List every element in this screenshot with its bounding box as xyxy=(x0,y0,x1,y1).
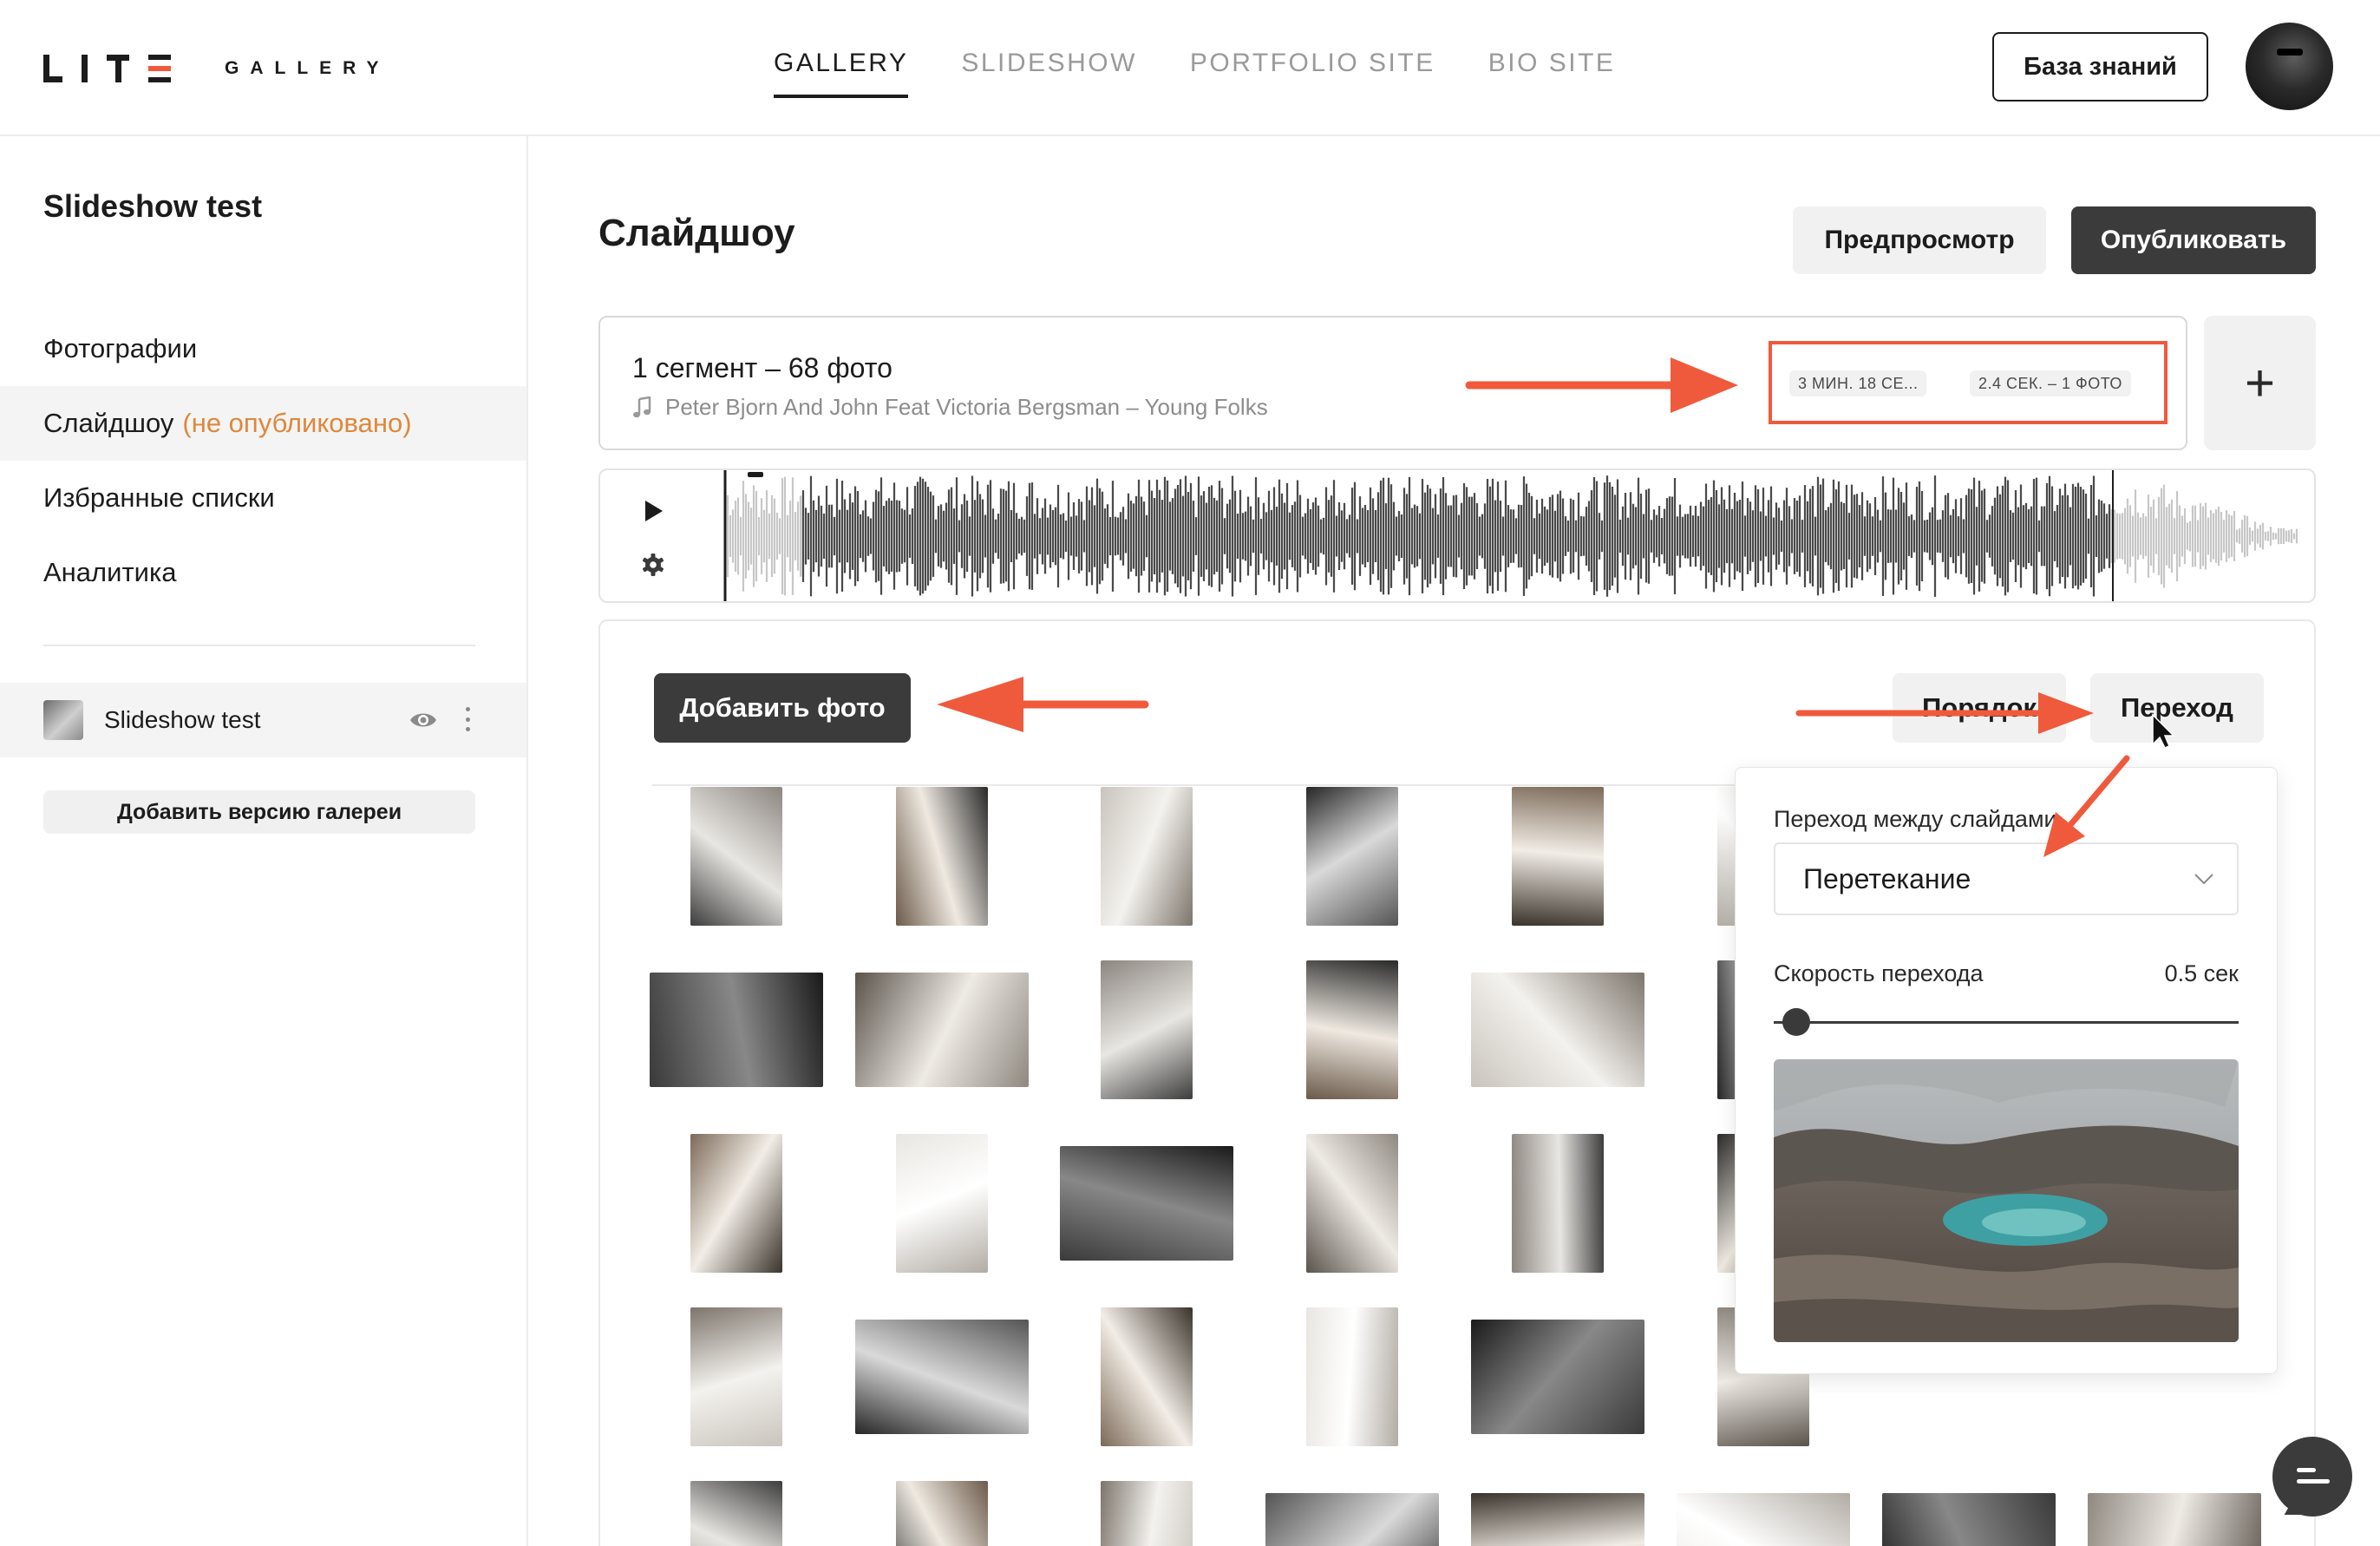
photo-thumbnail[interactable] xyxy=(1101,1307,1193,1446)
segment-title: 1 сегмент – 68 фото xyxy=(632,352,892,383)
transition-type-value: Перетекание xyxy=(1803,862,1971,894)
photo-thumbnail[interactable] xyxy=(1471,1320,1644,1434)
logo[interactable]: GALLERY xyxy=(43,54,390,83)
eye-icon[interactable] xyxy=(409,709,438,731)
transition-speed-slider-handle[interactable] xyxy=(1782,1008,1811,1036)
photo-thumbnail[interactable] xyxy=(1306,1134,1398,1273)
more-vertical-icon[interactable] xyxy=(464,707,471,731)
photo-thumbnail[interactable] xyxy=(1265,1493,1439,1546)
main-nav: GALLERY SLIDESHOW PORTFOLIO SITE BIO SIT… xyxy=(774,49,1668,98)
segment-card[interactable]: 1 сегмент – 68 фото Peter Bjorn And John… xyxy=(598,316,2187,450)
photo-thumbnail[interactable] xyxy=(650,973,823,1087)
segment-track: Peter Bjorn And John Feat Victoria Bergs… xyxy=(632,394,1268,421)
photo-thumbnail[interactable] xyxy=(1101,1481,1193,1546)
photo-thumbnail[interactable] xyxy=(690,1307,782,1446)
photo-thumbnail[interactable] xyxy=(1306,960,1398,1099)
gallery-title: Slideshow test xyxy=(43,188,263,224)
photo-thumbnail[interactable] xyxy=(2088,1493,2261,1546)
music-note-icon xyxy=(633,396,651,417)
photo-thumbnail[interactable] xyxy=(1306,1307,1398,1446)
photo-thumbnail[interactable] xyxy=(1101,787,1193,926)
nav-portfolio-site[interactable]: PORTFOLIO SITE xyxy=(1190,49,1435,88)
photo-thumbnail[interactable] xyxy=(1512,787,1604,926)
photo-thumbnail[interactable] xyxy=(690,1481,782,1546)
sidebar-divider xyxy=(43,645,475,646)
gear-icon[interactable] xyxy=(640,552,666,578)
transition-speed-label: Скорость перехода xyxy=(1774,960,1984,986)
knowledge-base-button[interactable]: База знаний xyxy=(1992,32,2208,102)
nav-gallery[interactable]: GALLERY xyxy=(774,49,909,98)
duration-badge: 3 МИН. 18 СЕ... xyxy=(1789,370,1927,396)
sidebar-item-label: Избранные списки xyxy=(43,482,275,513)
gallery-version-name: Slideshow test xyxy=(104,706,261,733)
sidebar-item-photos[interactable]: Фотографии xyxy=(0,311,526,386)
sidebar-item-favorites[interactable]: Избранные списки xyxy=(0,461,526,535)
top-header: GALLERY GALLERY SLIDESHOW PORTFOLIO SITE… xyxy=(0,0,2380,136)
chevron-down-icon xyxy=(2194,874,2213,885)
chat-icon xyxy=(2297,1468,2331,1489)
timing-badge: 2.4 СЕК. – 1 ФОТО xyxy=(1970,370,2131,396)
audio-waveform-panel xyxy=(598,468,2316,603)
photo-thumbnail[interactable] xyxy=(1101,960,1193,1099)
photo-thumbnail[interactable] xyxy=(1060,1146,1233,1261)
unpublished-status: (не опубликовано) xyxy=(182,408,412,438)
photo-thumbnail[interactable] xyxy=(1306,787,1398,926)
photo-thumbnail[interactable] xyxy=(896,1134,988,1273)
preview-button[interactable]: Предпросмотр xyxy=(1793,206,2046,274)
nav-slideshow[interactable]: SLIDESHOW xyxy=(961,49,1137,88)
sidebar: Slideshow test Фотографии Слайдшоу (не о… xyxy=(0,136,528,1546)
photo-thumbnail[interactable] xyxy=(896,1481,988,1546)
photo-thumbnail[interactable] xyxy=(1882,1493,2056,1546)
transition-preview-image xyxy=(1774,1059,2239,1342)
sidebar-item-label: Фотографии xyxy=(43,333,198,364)
photo-thumbnail[interactable] xyxy=(896,787,988,926)
page-title: Слайдшоу xyxy=(598,212,795,254)
photo-thumbnail[interactable] xyxy=(1471,973,1644,1087)
gallery-version-item[interactable]: Slideshow test xyxy=(0,683,526,757)
photo-thumbnail[interactable] xyxy=(855,973,1029,1087)
transition-type-select[interactable]: Перетекание xyxy=(1774,842,2239,915)
logo-mark xyxy=(43,55,171,82)
chat-button[interactable] xyxy=(2272,1437,2352,1517)
audio-waveform[interactable] xyxy=(723,470,2316,603)
photo-thumbnail[interactable] xyxy=(690,1134,782,1273)
play-icon[interactable] xyxy=(640,496,666,526)
sidebar-item-label: Аналитика xyxy=(43,557,177,587)
sidebar-menu: Фотографии Слайдшоу (не опубликовано) Из… xyxy=(0,311,526,610)
publish-button[interactable]: Опубликовать xyxy=(2071,206,2316,274)
avatar[interactable] xyxy=(2246,23,2333,110)
sidebar-item-label: Слайдшоу xyxy=(43,408,174,438)
transition-type-label: Переход между слайдами xyxy=(1774,806,2057,832)
transition-speed-slider-track[interactable] xyxy=(1774,1021,2239,1024)
nav-bio-site[interactable]: BIO SITE xyxy=(1488,49,1616,88)
segment-badges-highlight: 3 МИН. 18 СЕ... 2.4 СЕК. – 1 ФОТО xyxy=(1769,341,2168,424)
photo-thumbnail[interactable] xyxy=(855,1320,1029,1434)
sidebar-item-analytics[interactable]: Аналитика xyxy=(0,535,526,610)
photo-thumbnail[interactable] xyxy=(1677,1493,1850,1546)
gallery-version-thumbnail xyxy=(43,700,83,740)
transition-speed-value: 0.5 сек xyxy=(2164,960,2239,986)
photo-thumbnail[interactable] xyxy=(1471,1493,1644,1546)
transition-popup: Переход между слайдами Перетекание Скоро… xyxy=(1735,767,2278,1374)
add-segment-button[interactable]: + xyxy=(2204,316,2316,450)
track-name: Peter Bjorn And John Feat Victoria Bergs… xyxy=(665,394,1268,420)
sidebar-item-slideshow[interactable]: Слайдшоу (не опубликовано) xyxy=(0,386,526,461)
logo-text: GALLERY xyxy=(225,58,390,78)
add-gallery-version-button[interactable]: Добавить версию галереи xyxy=(43,790,475,834)
photo-thumbnail[interactable] xyxy=(690,787,782,926)
photo-thumbnail[interactable] xyxy=(1512,1134,1604,1273)
